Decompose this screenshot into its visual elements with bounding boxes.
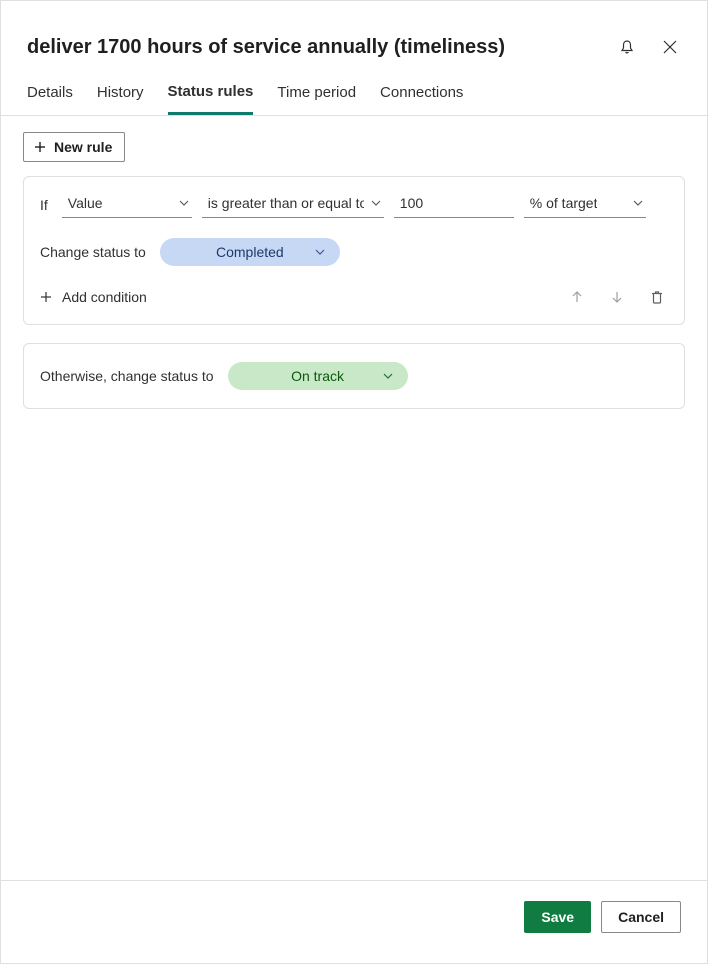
tabs: Details History Status rules Time period…	[1, 59, 707, 116]
tab-details[interactable]: Details	[27, 83, 73, 115]
comparator-select[interactable]: is greater than or equal to	[202, 191, 384, 218]
status-select-completed[interactable]: Completed	[160, 238, 340, 266]
plus-icon	[34, 141, 46, 153]
chevron-down-icon	[314, 246, 326, 258]
status-pill-text: Completed	[216, 244, 284, 260]
chevron-down-icon	[632, 197, 644, 209]
new-rule-button[interactable]: New rule	[23, 132, 125, 162]
chevron-down-icon	[370, 197, 382, 209]
otherwise-label: Otherwise, change status to	[40, 368, 214, 384]
value-field-text: Value	[68, 195, 103, 211]
threshold-value: 100	[400, 195, 423, 211]
threshold-input[interactable]: 100	[394, 191, 514, 218]
tab-status-rules[interactable]: Status rules	[168, 83, 254, 115]
notification-bell-button[interactable]	[615, 35, 639, 59]
cancel-button[interactable]: Cancel	[601, 901, 681, 933]
arrow-up-icon	[570, 290, 584, 304]
tab-connections[interactable]: Connections	[380, 83, 463, 115]
unit-select[interactable]: % of target	[524, 191, 646, 218]
page-title: deliver 1700 hours of service annually (…	[27, 36, 505, 59]
footer: Save Cancel	[1, 880, 707, 963]
arrow-down-icon	[610, 290, 624, 304]
save-button[interactable]: Save	[524, 901, 591, 933]
add-condition-button[interactable]: Add condition	[40, 289, 147, 305]
plus-icon	[40, 291, 52, 303]
change-status-row: Change status to Completed	[24, 224, 684, 272]
chevron-down-icon	[382, 370, 394, 382]
status-pill-text: On track	[291, 368, 344, 384]
tab-history[interactable]: History	[97, 83, 144, 115]
comparator-text: is greater than or equal to	[208, 195, 364, 211]
rule-card: If Value is greater than or equal to 100…	[23, 176, 685, 325]
trash-icon	[650, 290, 664, 304]
rule-condition-row: If Value is greater than or equal to 100…	[24, 177, 684, 224]
change-status-label: Change status to	[40, 244, 146, 260]
value-field-select[interactable]: Value	[62, 191, 192, 218]
unit-text: % of target	[530, 195, 598, 211]
move-up-button[interactable]	[566, 286, 588, 308]
close-icon	[663, 40, 677, 54]
close-button[interactable]	[659, 36, 681, 58]
move-down-button[interactable]	[606, 286, 628, 308]
if-label: If	[40, 197, 48, 213]
chevron-down-icon	[178, 197, 190, 209]
tab-time-period[interactable]: Time period	[277, 83, 356, 115]
add-condition-label: Add condition	[62, 289, 147, 305]
status-select-ontrack[interactable]: On track	[228, 362, 408, 390]
delete-rule-button[interactable]	[646, 286, 668, 308]
bell-icon	[619, 39, 635, 55]
otherwise-card: Otherwise, change status to On track	[23, 343, 685, 409]
new-rule-label: New rule	[54, 139, 112, 155]
